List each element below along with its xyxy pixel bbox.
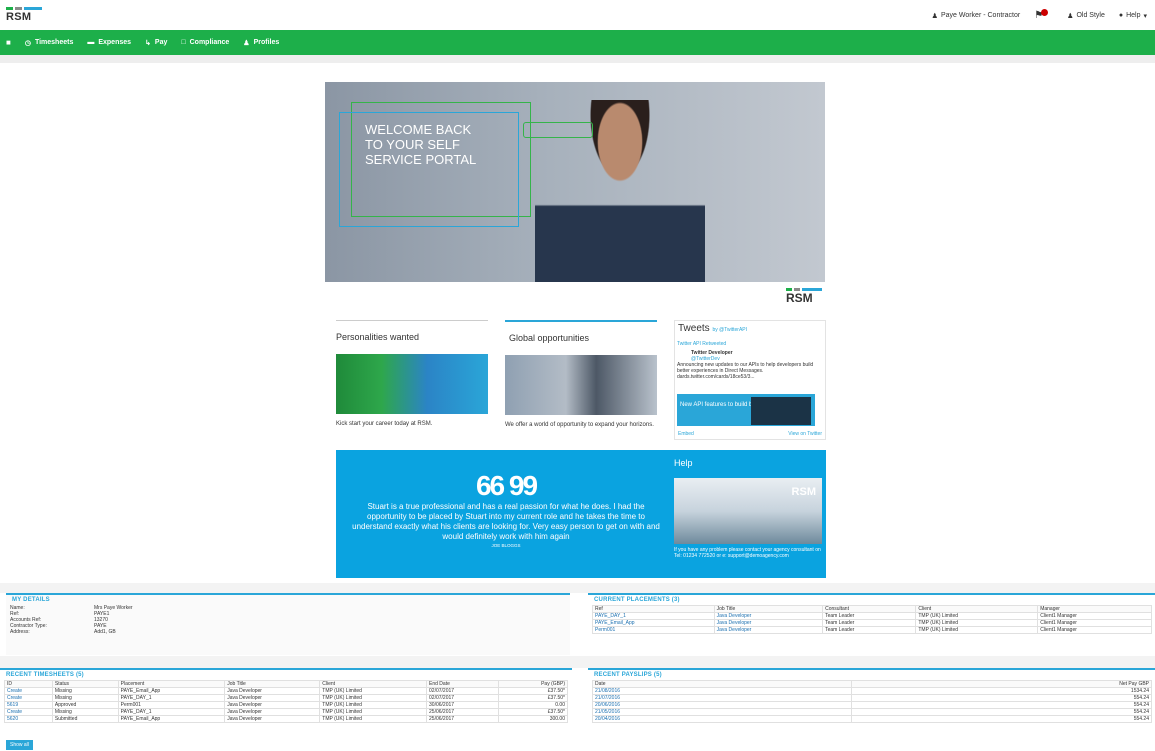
pay-icon: ↳	[145, 39, 151, 47]
current-placements-panel: CURRENT PLACEMENTS (3) Ref Job Title Consu…	[588, 593, 1155, 655]
table-row: PAYE_Email_App Java Developer Team Leader T…	[592, 619, 1152, 627]
testimonial-text: Stuart is a true professional and has a …	[352, 502, 660, 541]
notifications[interactable]: ⚑	[1034, 9, 1053, 21]
table-row: 21/08/2016 1534.24	[591, 687, 1152, 695]
quote-icon: 66 99	[475, 470, 538, 501]
nav-compliance[interactable]: □ Compliance	[181, 39, 229, 46]
old-style-link[interactable]: ♟ Old Style	[1067, 12, 1105, 20]
user-icon: ♟	[1067, 12, 1074, 20]
card-icon: ▬	[87, 39, 95, 46]
city-image: RSM	[674, 478, 822, 544]
main-nav: ■ ◷ Timesheets ▬ Expenses ↳ Pay □ Compliance…	[0, 30, 1155, 55]
table-row: Create Missing PAYE_DAY_1 Java Developer TMP…	[4, 694, 569, 702]
document-icon: □	[181, 39, 186, 46]
placements-table: Ref Job Title Consultant Client Manager PAYE…	[592, 605, 1152, 634]
help-contact-text: If you have any problem please contact y…	[674, 547, 821, 559]
card-caption: We offer a world of opportunity to expan…	[505, 422, 654, 428]
personalities-card[interactable]: Personalities wanted Kick start your car…	[336, 320, 488, 435]
user-icon: ♟	[243, 39, 250, 47]
tweet-image[interactable]: New API features to build better	[677, 394, 815, 426]
table-row: Create Missing PAYE_Email_App Java Develope…	[4, 687, 569, 695]
user-icon: ♟	[931, 12, 938, 20]
view-on-twitter-link[interactable]: View on Twitter	[788, 431, 822, 437]
table-row: 21/05/2016 554.24	[591, 708, 1152, 716]
embed-link[interactable]: Embed	[678, 431, 694, 437]
nav-underbar	[0, 55, 1155, 63]
table-row: PAYE_DAY_1 Java Developer Team Leader TMP (…	[592, 612, 1152, 620]
user-menu[interactable]: ♟ Paye Worker - Contractor	[932, 12, 1021, 20]
global-card[interactable]: Global opportunities We offer a world of…	[505, 320, 657, 435]
help-box: Help RSM If you have any problem please …	[674, 458, 822, 559]
notification-badge	[1041, 9, 1049, 16]
help-menu[interactable]: ● Help ▾	[1119, 12, 1147, 20]
table-row: 21/07/2016 554.24	[591, 694, 1152, 702]
testimonial-author: JOE BLOGGS	[491, 543, 521, 548]
section-separator	[0, 656, 1155, 668]
chevron-down-icon: ▾	[1143, 12, 1147, 20]
nav-expenses[interactable]: ▬ Expenses	[87, 39, 131, 46]
team-photo	[336, 354, 488, 414]
table-row: 20/04/2016 554.24	[591, 715, 1152, 723]
hero-banner: WELCOME BACK TO YOUR SELF SERVICE PORTAL	[325, 82, 825, 282]
testimonial-banner: 66 99 Stuart is a true professional and …	[336, 450, 826, 578]
section-separator	[0, 583, 1155, 593]
card-title: Global opportunities	[509, 333, 590, 343]
hero-welcome-text: WELCOME BACK TO YOUR SELF SERVICE PORTAL	[365, 122, 477, 167]
recent-payslips-panel: RECENT PAYSLIPS (5) Date Net Pay GBP 21/0…	[588, 668, 1155, 751]
help-icon: ●	[1118, 12, 1124, 19]
nav-profiles[interactable]: ♟ Profiles	[243, 39, 279, 47]
table-row: 20/06/2016 554.24	[591, 701, 1152, 709]
show-all-button[interactable]: Show all	[6, 740, 33, 750]
decor-frame	[523, 122, 593, 138]
twitter-widget[interactable]: Tweets by @TwitterAPI Twitter API Retwee…	[674, 320, 826, 440]
table-row: Perm001 Java Developer Team Leader TMP (UK)…	[592, 626, 1152, 634]
table-row: Create Missing PAYE_DAY_1 Java Developer TMP…	[4, 708, 569, 716]
recent-timesheets-panel: RECENT TIMESHEETS (5) ID Status Placement J…	[0, 668, 572, 751]
clock-icon: ◷	[24, 39, 31, 47]
top-bar: RSM ♟ Paye Worker - Contractor ⚑ ♟ Old Sty…	[0, 0, 1155, 30]
card-title: Personalities wanted	[336, 332, 420, 342]
menu-icon[interactable]: ■	[6, 38, 11, 47]
payslips-table: Date Net Pay GBP 21/08/2016 1534.24 21/07/…	[591, 680, 1152, 723]
tweet[interactable]: Twitter API Retweeted Twitter Developer …	[677, 341, 817, 380]
my-details-panel: MY DETAILS Name: Mrs Paye Worker Ref: PAYE…	[6, 593, 570, 655]
man-photo	[505, 355, 657, 415]
table-row: 5619 Approved Perm001 Java Developer TMP (UK…	[4, 701, 569, 709]
rsm-logo[interactable]: RSM	[6, 7, 46, 27]
timesheets-table: ID Status Placement Job Title Client End Date…	[4, 680, 569, 723]
nav-pay[interactable]: ↳ Pay	[145, 39, 167, 47]
nav-timesheets[interactable]: ◷ Timesheets	[25, 39, 74, 47]
table-row: 5620 Submitted PAYE_Email_App Java Develope…	[4, 715, 569, 723]
card-caption: Kick start your career today at RSM.	[336, 421, 433, 427]
rsm-logo-secondary: RSM	[786, 288, 824, 305]
